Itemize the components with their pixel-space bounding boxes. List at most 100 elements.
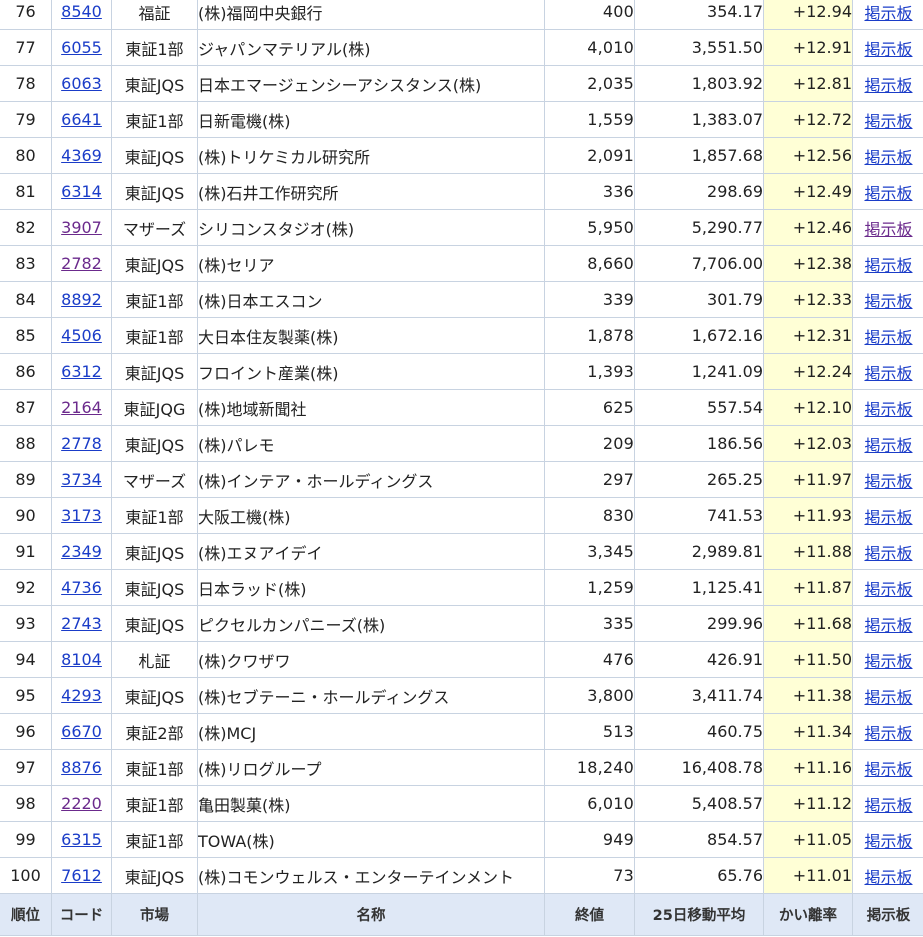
stock-code-link[interactable]: 6315 (61, 830, 102, 849)
stock-code-cell: 4369 (51, 137, 112, 174)
close-price-cell: 2,035 (544, 65, 635, 102)
message-board-link[interactable]: 掲示板 (864, 220, 912, 239)
stock-code-link[interactable]: 6312 (61, 362, 102, 381)
message-board-cell: 掲示板 (852, 0, 923, 30)
rank-cell: 92 (0, 569, 52, 606)
company-name-cell: TOWA(株) (197, 821, 545, 858)
market-cell: 札証 (111, 641, 198, 678)
message-board-link[interactable]: 掲示板 (864, 724, 912, 743)
close-price-cell: 476 (544, 641, 635, 678)
message-board-link[interactable]: 掲示板 (864, 40, 912, 59)
stock-code-link[interactable]: 6670 (61, 722, 102, 741)
market-cell: 東証2部 (111, 713, 198, 750)
rank-cell: 84 (0, 281, 52, 318)
table-row: 86 6312 東証JQS フロイント産業(株) 1,393 1,241.09 +12.24… (0, 353, 923, 390)
message-board-link[interactable]: 掲示板 (864, 652, 912, 671)
deviation-rate-cell: +12.91 (763, 29, 853, 66)
market-cell: 東証JQG (111, 389, 198, 426)
close-price-cell: 1,878 (544, 317, 635, 354)
stock-code-link[interactable]: 3173 (61, 506, 102, 525)
message-board-link[interactable]: 掲示板 (864, 616, 912, 635)
stock-code-link[interactable]: 2349 (61, 542, 102, 561)
message-board-link[interactable]: 掲示板 (864, 184, 912, 203)
message-board-link[interactable]: 掲示板 (864, 148, 912, 167)
stock-code-link[interactable]: 6641 (61, 110, 102, 129)
message-board-link[interactable]: 掲示板 (864, 436, 912, 455)
message-board-link[interactable]: 掲示板 (864, 796, 912, 815)
message-board-link[interactable]: 掲示板 (864, 112, 912, 131)
market-cell: マザーズ (111, 461, 198, 498)
stock-code-link[interactable]: 8876 (61, 758, 102, 777)
market-cell: 東証1部 (111, 281, 198, 318)
stock-code-link[interactable]: 2782 (61, 254, 102, 273)
stock-code-link[interactable]: 3907 (61, 218, 102, 237)
stock-code-link[interactable]: 8540 (61, 2, 102, 21)
company-name-cell: フロイント産業(株) (197, 353, 545, 390)
stock-code-link[interactable]: 3734 (61, 470, 102, 489)
market-cell: 東証1部 (111, 29, 198, 66)
deviation-rate-cell: +12.46 (763, 209, 853, 246)
message-board-link[interactable]: 掲示板 (864, 292, 912, 311)
message-board-link[interactable]: 掲示板 (864, 400, 912, 419)
message-board-link[interactable]: 掲示板 (864, 580, 912, 599)
company-name-cell: (株)福岡中央銀行 (197, 0, 545, 30)
close-price-cell: 6,010 (544, 785, 635, 822)
message-board-link[interactable]: 掲示板 (864, 472, 912, 491)
company-name-cell: 亀田製菓(株) (197, 785, 545, 822)
message-board-cell: 掲示板 (852, 677, 923, 714)
stock-code-link[interactable]: 2164 (61, 398, 102, 417)
stock-code-link[interactable]: 2778 (61, 434, 102, 453)
stock-code-cell: 6641 (51, 101, 112, 138)
message-board-link[interactable]: 掲示板 (864, 76, 912, 95)
stock-code-link[interactable]: 4736 (61, 578, 102, 597)
moving-average-cell: 65.76 (634, 857, 764, 894)
stock-code-cell: 2220 (51, 785, 112, 822)
message-board-link[interactable]: 掲示板 (864, 868, 912, 887)
message-board-link[interactable]: 掲示板 (864, 328, 912, 347)
close-price-cell: 335 (544, 605, 635, 642)
deviation-rate-cell: +12.24 (763, 353, 853, 390)
message-board-cell: 掲示板 (852, 209, 923, 246)
stock-code-link[interactable]: 6314 (61, 182, 102, 201)
stock-code-link[interactable]: 4506 (61, 326, 102, 345)
message-board-link[interactable]: 掲示板 (864, 688, 912, 707)
message-board-link[interactable]: 掲示板 (864, 256, 912, 275)
stock-code-cell: 2782 (51, 245, 112, 282)
table-row: 84 8892 東証1部 (株)日本エスコン 339 301.79 +12.33 掲示板 (0, 281, 923, 318)
message-board-link[interactable]: 掲示板 (864, 760, 912, 779)
message-board-link[interactable]: 掲示板 (864, 544, 912, 563)
market-cell: 東証1部 (111, 317, 198, 354)
message-board-link[interactable]: 掲示板 (864, 364, 912, 383)
table-row: 76 8540 福証 (株)福岡中央銀行 400 354.17 +12.94 掲示板 (0, 0, 923, 30)
stock-code-link[interactable]: 6063 (61, 74, 102, 93)
message-board-cell: 掲示板 (852, 641, 923, 678)
stock-code-link[interactable]: 8104 (61, 650, 102, 669)
table-row: 98 2220 東証1部 亀田製菓(株) 6,010 5,408.57 +11.12 掲示板 (0, 785, 923, 822)
message-board-link[interactable]: 掲示板 (864, 832, 912, 851)
close-price-cell: 2,091 (544, 137, 635, 174)
table-row: 85 4506 東証1部 大日本住友製薬(株) 1,878 1,672.16 +12.31 掲… (0, 317, 923, 354)
rank-cell: 81 (0, 173, 52, 210)
stock-code-link[interactable]: 2220 (61, 794, 102, 813)
company-name-cell: (株)MCJ (197, 713, 545, 750)
deviation-rate-cell: +12.03 (763, 425, 853, 462)
stock-code-cell: 8540 (51, 0, 112, 30)
stock-code-cell: 4293 (51, 677, 112, 714)
close-price-cell: 4,010 (544, 29, 635, 66)
stock-code-link[interactable]: 4369 (61, 146, 102, 165)
deviation-rate-cell: +12.49 (763, 173, 853, 210)
message-board-link[interactable]: 掲示板 (864, 4, 912, 23)
moving-average-cell: 265.25 (634, 461, 764, 498)
stock-code-link[interactable]: 2743 (61, 614, 102, 633)
message-board-cell: 掲示板 (852, 389, 923, 426)
rank-cell: 83 (0, 245, 52, 282)
message-board-link[interactable]: 掲示板 (864, 508, 912, 527)
company-name-cell: (株)石井工作研究所 (197, 173, 545, 210)
header-ma25: 25日移動平均 (634, 893, 764, 936)
stock-code-link[interactable]: 4293 (61, 686, 102, 705)
deviation-rate-cell: +12.38 (763, 245, 853, 282)
stock-code-link[interactable]: 7612 (61, 866, 102, 885)
stock-code-link[interactable]: 6055 (61, 38, 102, 57)
table-row: 93 2743 東証JQS ピクセルカンパニーズ(株) 335 299.96 +11.68 掲… (0, 605, 923, 642)
stock-code-link[interactable]: 8892 (61, 290, 102, 309)
